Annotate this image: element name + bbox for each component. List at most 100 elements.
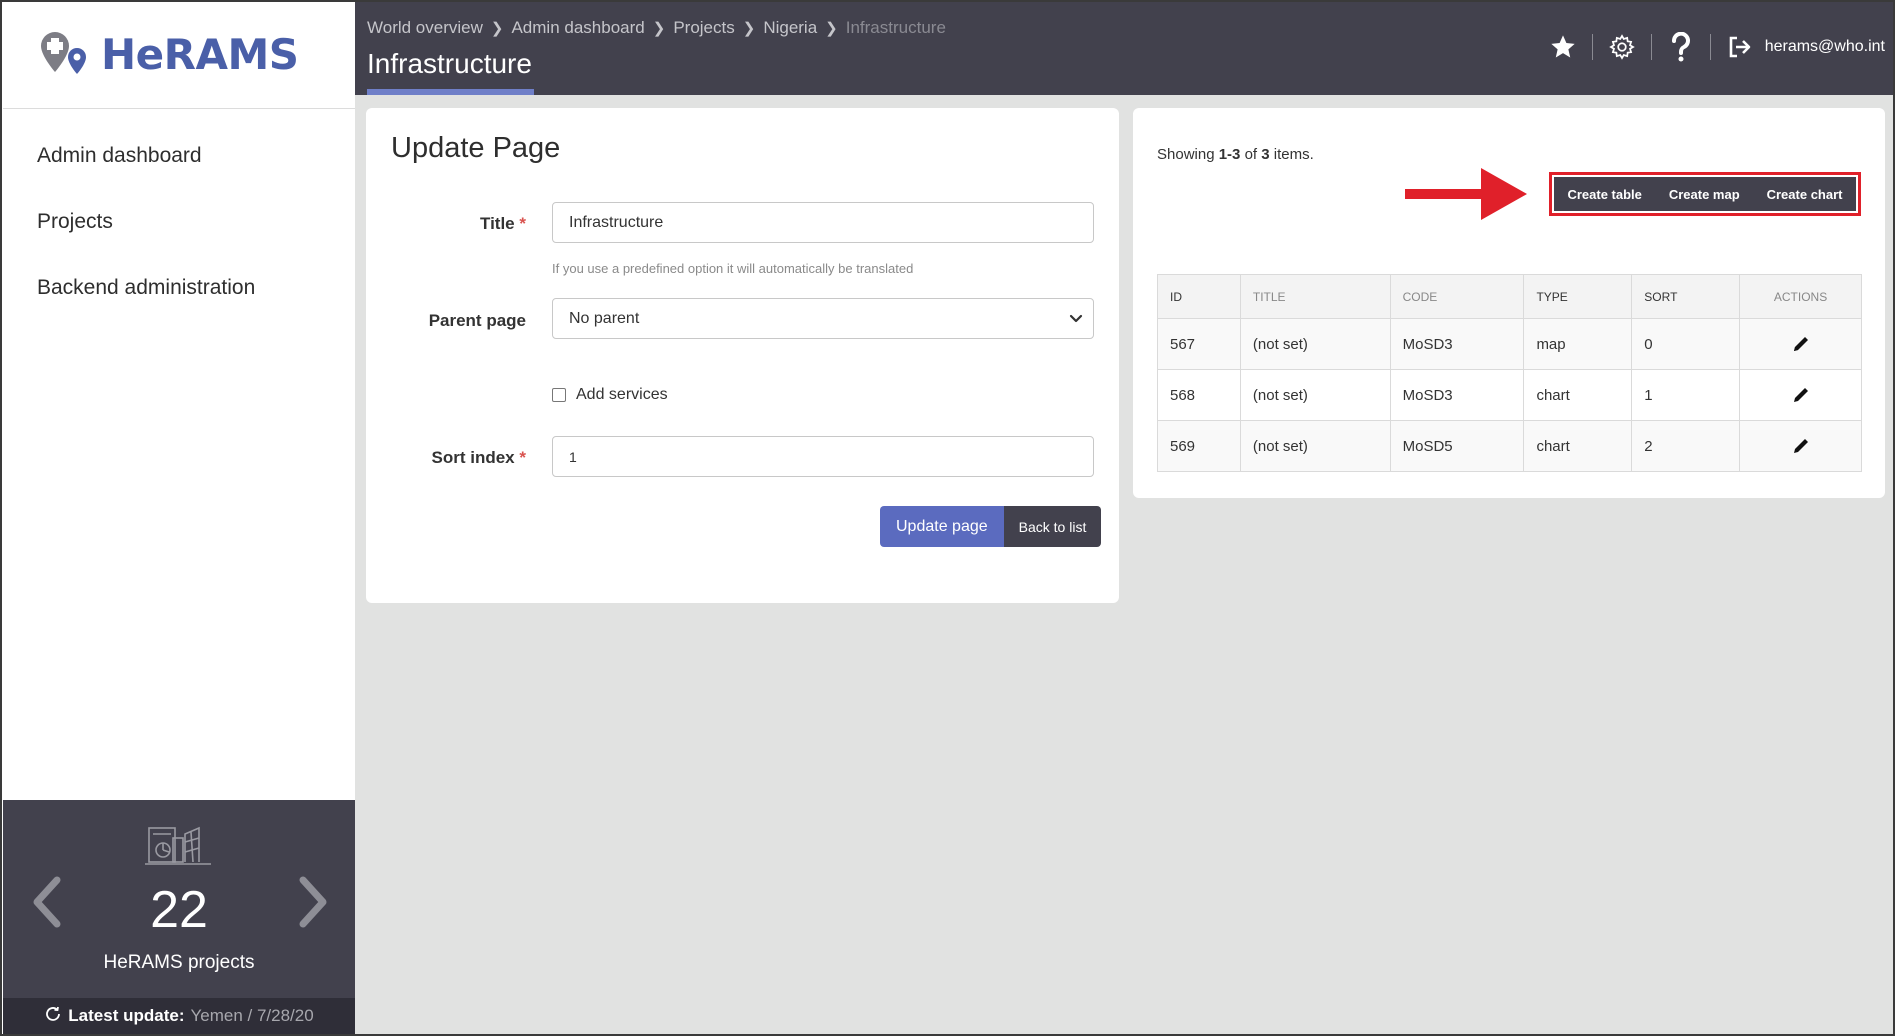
elements-table: ID TITLE CODE TYPE SORT ACTIONS 567 (not… <box>1157 274 1862 472</box>
pencil-icon[interactable] <box>1790 384 1812 406</box>
sidebar-item-projects[interactable]: Projects <box>37 210 255 276</box>
sidebar-item-backend-administration[interactable]: Backend administration <box>37 276 255 342</box>
cell-actions <box>1739 318 1862 370</box>
pencil-icon[interactable] <box>1790 435 1812 457</box>
cell-code: MoSD3 <box>1389 369 1525 421</box>
column-header-type[interactable]: TYPE <box>1523 274 1633 319</box>
main-content: Update Page Title * Infrastructure If yo… <box>355 95 1893 1034</box>
help-icon[interactable] <box>1666 32 1696 62</box>
sort-index-value: 1 <box>569 448 577 465</box>
sort-index-label-text: Sort index <box>431 448 515 467</box>
title-label: Title * <box>386 214 526 234</box>
summary-text: Showing 1-3 of 3 items. <box>1157 146 1314 163</box>
annotation-arrow-icon <box>1405 168 1527 220</box>
next-arrow-icon[interactable] <box>293 872 333 932</box>
cell-type: chart <box>1523 369 1633 421</box>
logo-text: HeRAMS <box>101 29 299 79</box>
star-icon[interactable] <box>1548 32 1578 62</box>
divider <box>1709 34 1711 60</box>
parent-page-value: No parent <box>569 309 640 327</box>
gear-icon[interactable] <box>1607 32 1637 62</box>
back-to-list-button[interactable]: Back to list <box>1003 506 1102 547</box>
latest-update-value: Yemen / 7/28/20 <box>190 1006 314 1025</box>
breadcrumb-nigeria[interactable]: Nigeria <box>763 18 817 38</box>
summary-total: 3 <box>1261 146 1270 163</box>
chevron-right-icon: ❯ <box>825 20 838 37</box>
location-pins-icon <box>33 26 97 82</box>
column-header-code[interactable]: CODE <box>1389 274 1525 319</box>
latest-update-label: Latest update: <box>68 1006 185 1025</box>
sidebar-item-admin-dashboard[interactable]: Admin dashboard <box>37 144 255 210</box>
form-buttons: Update page Back to list <box>880 506 1102 547</box>
title-label-text: Title <box>480 214 515 233</box>
projects-label: HeRAMS projects <box>103 952 255 973</box>
projects-stats-panel: 22 HeRAMS projects Latest update: Yemen … <box>3 800 355 1034</box>
top-header: World overview ❯ Admin dashboard ❯ Proje… <box>355 2 1893 95</box>
create-buttons-group: Create table Create map Create chart <box>1554 177 1856 211</box>
title-hint: If you use a predefined option it will a… <box>552 261 914 276</box>
divider <box>1650 34 1652 60</box>
cell-sort: 1 <box>1631 369 1741 421</box>
summary-suffix: items. <box>1269 146 1314 163</box>
parent-page-label: Parent page <box>428 311 526 330</box>
cell-type: chart <box>1523 420 1633 472</box>
header-toolbar: herams@who.int <box>1548 32 1885 62</box>
user-email[interactable]: herams@who.int <box>1765 38 1885 56</box>
breadcrumb-current: Infrastructure <box>845 18 946 37</box>
column-header-sort[interactable]: SORT <box>1631 274 1741 319</box>
summary-range: 1-3 <box>1218 146 1241 163</box>
cell-sort: 2 <box>1631 420 1741 472</box>
column-header-id[interactable]: ID <box>1157 274 1241 319</box>
elements-list-card: Showing 1-3 of 3 items. Create table Cre… <box>1133 108 1885 498</box>
cell-sort: 0 <box>1631 318 1741 370</box>
page-title: Infrastructure <box>367 48 532 79</box>
cell-code: MoSD3 <box>1389 318 1525 370</box>
table-row: 569 (not set) MoSD5 chart 2 <box>1157 420 1862 472</box>
add-services-row: Add services <box>552 386 668 404</box>
chevron-right-icon: ❯ <box>490 20 504 37</box>
cell-type: map <box>1523 318 1633 370</box>
cell-id: 567 <box>1157 318 1241 370</box>
breadcrumb: World overview ❯ Admin dashboard ❯ Proje… <box>367 18 946 38</box>
column-header-title[interactable]: TITLE <box>1239 274 1391 319</box>
breadcrumb-projects[interactable]: Projects <box>673 18 734 38</box>
table-header-row: ID TITLE CODE TYPE SORT ACTIONS <box>1157 274 1862 319</box>
breadcrumb-admin-dashboard[interactable]: Admin dashboard <box>511 18 644 38</box>
column-header-actions: ACTIONS <box>1739 274 1862 319</box>
cell-title: (not set) <box>1239 318 1391 370</box>
cell-actions <box>1739 369 1862 421</box>
cell-actions <box>1739 420 1862 472</box>
cell-code: MoSD5 <box>1389 420 1525 472</box>
add-services-label[interactable]: Add services <box>576 386 668 404</box>
create-buttons-highlight: Create table Create map Create chart <box>1549 172 1861 216</box>
refresh-icon <box>44 1005 62 1028</box>
parent-page-select[interactable]: No parent <box>552 298 1094 339</box>
create-table-button[interactable]: Create table <box>1567 187 1641 202</box>
summary-prefix: Showing <box>1157 146 1219 163</box>
update-page-button[interactable]: Update page <box>880 506 1004 547</box>
pencil-icon[interactable] <box>1790 333 1812 355</box>
chevron-down-icon <box>1067 309 1085 327</box>
cell-title: (not set) <box>1239 369 1391 421</box>
add-services-checkbox[interactable] <box>552 388 566 402</box>
facilities-icon <box>143 824 215 868</box>
create-map-button[interactable]: Create map <box>1669 187 1740 202</box>
divider <box>3 108 355 109</box>
title-input[interactable]: Infrastructure <box>552 202 1094 243</box>
sidebar: HeRAMS Admin dashboard Projects Backend … <box>3 2 355 1034</box>
sort-index-input[interactable]: 1 <box>552 436 1094 477</box>
cell-title: (not set) <box>1239 420 1391 472</box>
required-marker: * <box>519 448 526 467</box>
title-input-value: Infrastructure <box>569 213 664 231</box>
form-heading: Update Page <box>391 132 561 164</box>
latest-update: Latest update: Yemen / 7/28/20 <box>3 998 355 1034</box>
sort-index-label: Sort index * <box>386 448 526 468</box>
create-chart-button[interactable]: Create chart <box>1767 187 1843 202</box>
sidebar-nav: Admin dashboard Projects Backend adminis… <box>37 144 255 342</box>
update-page-form: Update Page Title * Infrastructure If yo… <box>366 108 1119 603</box>
breadcrumb-world-overview[interactable]: World overview <box>367 18 483 38</box>
logout-icon[interactable] <box>1725 32 1755 62</box>
summary-of: of <box>1240 146 1262 163</box>
chevron-right-icon: ❯ <box>652 20 666 37</box>
logo[interactable]: HeRAMS <box>33 24 299 84</box>
